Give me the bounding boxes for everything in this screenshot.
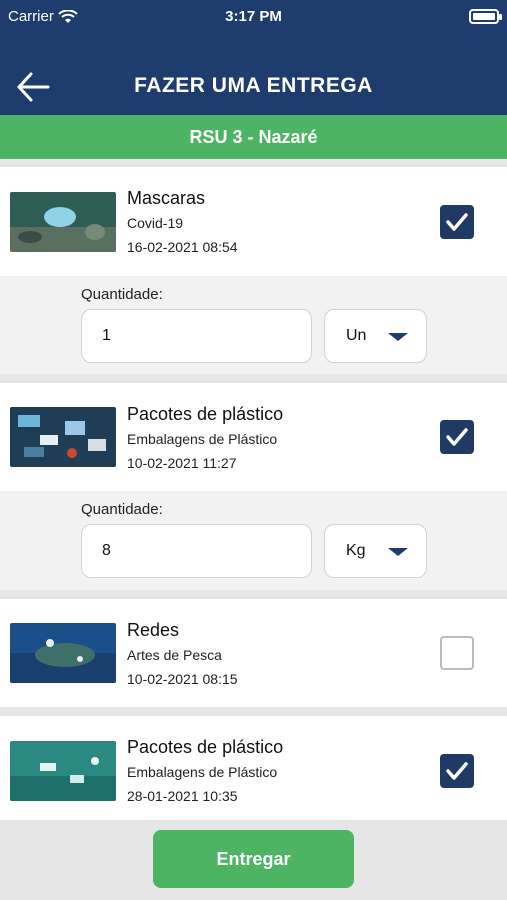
quantity-row: Quantidade: 1 Un	[0, 276, 507, 374]
caret-down-icon	[388, 548, 408, 556]
item-thumbnail	[10, 741, 116, 801]
item-date: 28-01-2021 10:35	[127, 788, 238, 804]
list-item[interactable]: Pacotes de plástico Embalagens de Plásti…	[0, 716, 507, 820]
quantity-label: Quantidade:	[81, 286, 163, 303]
quantity-input[interactable]: 1	[81, 309, 312, 363]
caret-down-icon	[388, 333, 408, 341]
item-checkbox-unchecked[interactable]	[440, 636, 474, 670]
item-category: Artes de Pesca	[127, 647, 222, 663]
item-checkbox-checked[interactable]	[440, 754, 474, 788]
check-icon	[446, 428, 468, 446]
item-thumbnail	[10, 623, 116, 683]
unit-dropdown[interactable]: Un	[324, 309, 427, 363]
check-icon	[446, 762, 468, 780]
quantity-label: Quantidade:	[81, 501, 163, 518]
battery-icon	[469, 9, 502, 24]
item-name: Mascaras	[127, 188, 206, 208]
item-thumbnail	[10, 192, 116, 252]
list-item[interactable]: Mascaras Covid-19 16-02-2021 08:54	[0, 167, 507, 276]
app-header: Carrier 3:17 PM FAZER UMA ENTREGA	[0, 0, 507, 115]
location-banner: RSU 3 - Nazaré	[0, 115, 507, 159]
item-thumbnail	[10, 407, 116, 467]
clock: 3:17 PM	[225, 8, 282, 25]
item-date: 16-02-2021 08:54	[127, 239, 238, 255]
unit-value: Un	[346, 327, 367, 344]
quantity-input[interactable]: 8	[81, 524, 312, 578]
status-bar: Carrier 3:17 PM	[0, 0, 507, 34]
item-date: 10-02-2021 08:15	[127, 671, 238, 687]
list-item[interactable]: Pacotes de plástico Embalagens de Plásti…	[0, 383, 507, 491]
check-icon	[446, 213, 468, 231]
item-checkbox-checked[interactable]	[440, 205, 474, 239]
footer: Entregar	[0, 820, 507, 900]
item-category: Covid-19	[127, 215, 184, 231]
item-name: Pacotes de plástico	[127, 404, 284, 424]
page-title: FAZER UMA ENTREGA	[134, 74, 373, 97]
item-checkbox-checked[interactable]	[440, 420, 474, 454]
item-category: Embalagens de Plástico	[127, 431, 278, 447]
item-name: Redes	[127, 620, 180, 640]
quantity-row: Quantidade: 8 Kg	[0, 491, 507, 590]
item-name: Pacotes de plástico	[127, 737, 284, 757]
unit-dropdown[interactable]: Kg	[324, 524, 427, 578]
deliver-button[interactable]: Entregar	[153, 830, 354, 888]
unit-value: Kg	[346, 542, 366, 559]
item-category: Embalagens de Plástico	[127, 764, 278, 780]
list-item[interactable]: Redes Artes de Pesca 10-02-2021 08:15	[0, 599, 507, 707]
item-date: 10-02-2021 11:27	[127, 455, 237, 471]
